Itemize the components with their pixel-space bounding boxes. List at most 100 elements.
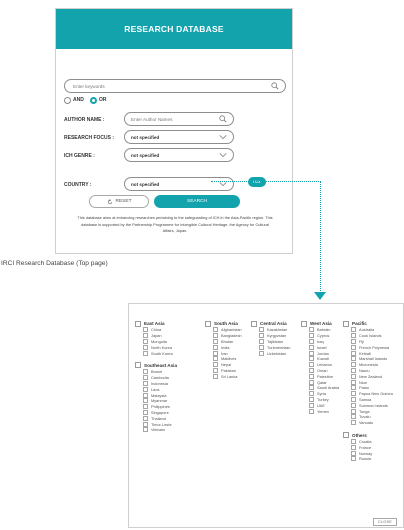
country-checkbox[interactable] (259, 350, 264, 356)
country-checkbox[interactable] (213, 367, 218, 373)
country-checkbox[interactable] (143, 398, 148, 404)
radio-or[interactable] (90, 97, 97, 104)
country-checkbox[interactable] (351, 356, 356, 362)
country-label: Papua New Guinea (359, 391, 393, 397)
country-checkbox[interactable] (143, 421, 148, 427)
country-checkbox[interactable] (143, 350, 148, 356)
group-checkbox[interactable] (135, 320, 141, 327)
country-item[interactable]: Russia (343, 456, 393, 462)
country-checkbox[interactable] (351, 450, 356, 456)
country-checkbox[interactable] (213, 362, 218, 368)
country-checkbox[interactable] (351, 379, 356, 385)
country-checkbox[interactable] (213, 327, 218, 333)
country-checkbox[interactable] (309, 385, 314, 391)
author-input[interactable]: Enter Author Names (124, 112, 234, 126)
hide-button[interactable]: Hide (248, 177, 266, 187)
country-checkbox[interactable] (351, 391, 356, 397)
country-item[interactable]: Solomon Islands (343, 402, 393, 408)
country-checkbox[interactable] (309, 362, 314, 368)
country-checkbox[interactable] (309, 396, 314, 402)
country-checkbox[interactable] (213, 333, 218, 339)
country-item[interactable]: Vietnam (135, 427, 177, 433)
group-checkbox[interactable] (205, 320, 211, 327)
country-checkbox[interactable] (143, 369, 148, 375)
country-checkbox[interactable] (213, 338, 218, 344)
country-checkbox[interactable] (213, 344, 218, 350)
country-checkbox[interactable] (351, 367, 356, 373)
country-item[interactable]: French Polynesia (343, 344, 393, 350)
group-label: East Asia (144, 321, 165, 326)
country-checkbox[interactable] (213, 373, 218, 379)
group-checkbox[interactable] (343, 432, 349, 439)
country-checkbox[interactable] (309, 402, 314, 408)
country-checkbox[interactable] (351, 396, 356, 402)
country-checkbox[interactable] (309, 338, 314, 344)
close-button[interactable]: CLOSE (373, 518, 397, 526)
country-checkbox[interactable] (143, 338, 148, 344)
country-checkbox[interactable] (351, 338, 356, 344)
country-checkbox[interactable] (309, 356, 314, 362)
country-checkbox[interactable] (351, 420, 356, 426)
country-checkbox[interactable] (309, 327, 314, 333)
country-checkbox[interactable] (351, 444, 356, 450)
country-item[interactable]: Sri Lanka (205, 373, 242, 379)
country-checkbox[interactable] (351, 333, 356, 339)
country-checkbox[interactable] (351, 402, 356, 408)
country-checkbox[interactable] (143, 427, 148, 433)
group-checkbox[interactable] (301, 320, 307, 327)
country-checkbox[interactable] (309, 350, 314, 356)
country-checkbox[interactable] (143, 375, 148, 381)
country-checkbox[interactable] (351, 438, 356, 444)
country-checkbox[interactable] (213, 350, 218, 356)
radio-and[interactable] (64, 97, 71, 104)
country-checkbox[interactable] (309, 408, 314, 414)
country-item[interactable]: Vanuatu (343, 420, 393, 426)
country-checkbox[interactable] (309, 391, 314, 397)
country-item[interactable]: Uzbekistan (251, 350, 290, 356)
country-checkbox[interactable] (143, 392, 148, 398)
country-checkbox[interactable] (309, 379, 314, 385)
country-checkbox[interactable] (351, 327, 356, 333)
search-button[interactable]: SEARCH (154, 195, 240, 208)
country-checkbox[interactable] (259, 327, 264, 333)
keyword-input[interactable]: Enter keywords (64, 79, 286, 93)
country-checkbox[interactable] (351, 344, 356, 350)
country-checkbox[interactable] (259, 338, 264, 344)
country-checkbox[interactable] (143, 380, 148, 386)
country-select[interactable]: not specified (124, 177, 234, 191)
country-checkbox[interactable] (351, 408, 356, 414)
group-checkbox[interactable] (135, 362, 141, 369)
country-checkbox[interactable] (351, 362, 356, 368)
country-item[interactable]: Yemen (301, 408, 339, 414)
country-checkbox[interactable] (143, 333, 148, 339)
country-checkbox[interactable] (213, 356, 218, 362)
group-checkbox[interactable] (343, 320, 349, 327)
country-group: Southeast Asia Brunei Cambodia Indonesia Lao… (135, 362, 177, 433)
country-checkbox[interactable] (259, 344, 264, 350)
search-icon[interactable] (271, 82, 279, 90)
country-item[interactable]: Marshall Islands (343, 356, 393, 362)
country-checkbox[interactable] (259, 333, 264, 339)
country-checkbox[interactable] (143, 409, 148, 415)
group-checkbox[interactable] (251, 320, 257, 327)
country-checkbox[interactable] (143, 404, 148, 410)
ich-genre-select[interactable]: not specified (124, 148, 234, 162)
country-checkbox[interactable] (309, 367, 314, 373)
country-checkbox[interactable] (351, 414, 356, 420)
country-checkbox[interactable] (309, 373, 314, 379)
country-checkbox[interactable] (143, 327, 148, 333)
country-item[interactable]: Papua New Guinea (343, 391, 393, 397)
reset-button[interactable]: RESET (89, 195, 149, 208)
country-checkbox[interactable] (309, 344, 314, 350)
country-item[interactable]: South Korea (135, 350, 177, 356)
country-checkbox[interactable] (143, 344, 148, 350)
country-checkbox[interactable] (143, 415, 148, 421)
research-focus-select[interactable]: not specified (124, 130, 234, 144)
country-checkbox[interactable] (351, 385, 356, 391)
country-checkbox[interactable] (351, 456, 356, 462)
search-icon[interactable] (219, 115, 227, 123)
country-checkbox[interactable] (309, 333, 314, 339)
country-checkbox[interactable] (351, 350, 356, 356)
country-checkbox[interactable] (351, 373, 356, 379)
country-checkbox[interactable] (143, 386, 148, 392)
